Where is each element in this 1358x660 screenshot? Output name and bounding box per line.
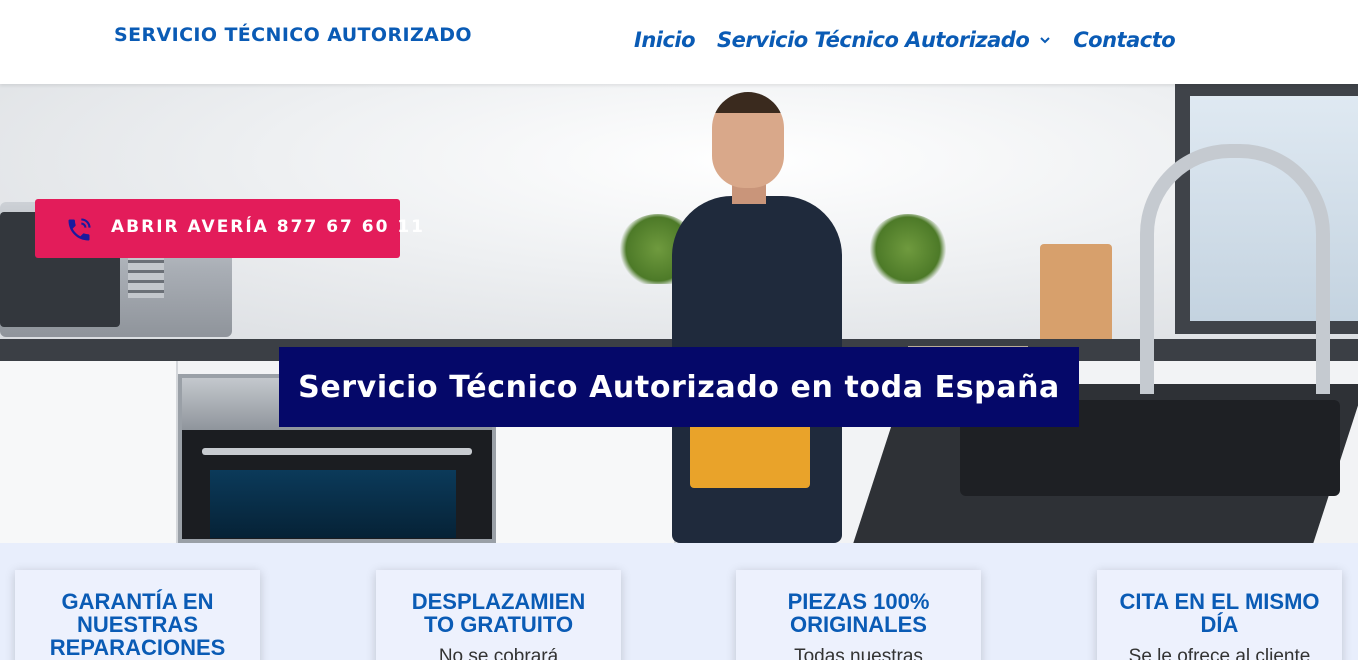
feature-title: DESPLAZAMIENTO GRATUITO xyxy=(411,589,586,637)
hero-title-box: Servicio Técnico Autorizado en toda Espa… xyxy=(279,347,1079,427)
feature-title: CITA EN EL MISMO DÍA xyxy=(1119,589,1320,637)
feature-card-desplazamiento: DESPLAZAMIENTO GRATUITO No se cobrará xyxy=(376,570,621,660)
nav-item-label: Contacto xyxy=(1073,28,1176,52)
nav-item-servicio-tecnico[interactable]: Servicio Técnico Autorizado xyxy=(717,28,1051,52)
nav-item-contacto[interactable]: Contacto xyxy=(1073,28,1175,52)
feature-text: Se le ofrece al cliente xyxy=(1128,646,1311,660)
feature-card-garantia: GARANTÍA EN NUESTRAS REPARACIONES xyxy=(15,570,260,660)
nav-item-label: Servicio Técnico Autorizado xyxy=(717,28,1030,52)
nav-item-inicio[interactable]: Inicio xyxy=(634,28,696,52)
feature-card-cita: CITA EN EL MISMO DÍA Se le ofrece al cli… xyxy=(1097,570,1342,660)
nav-item-label: Inicio xyxy=(634,28,696,52)
call-button-label: ABRIR AVERÍA 877 67 60 11 xyxy=(111,217,426,237)
feature-text: No se cobrará xyxy=(438,646,559,660)
main-nav: Inicio Servicio Técnico Autorizado Conta… xyxy=(634,28,1197,52)
call-button[interactable]: ABRIR AVERÍA 877 67 60 11 xyxy=(35,199,423,258)
chevron-down-icon xyxy=(1040,37,1050,44)
site-header: SERVICIO TÉCNICO AUTORIZADO Inicio Servi… xyxy=(0,0,1358,84)
feature-text: Todas nuestras xyxy=(794,646,923,660)
site-logo[interactable]: SERVICIO TÉCNICO AUTORIZADO xyxy=(114,24,472,46)
hero-title: Servicio Técnico Autorizado en toda Espa… xyxy=(298,369,1060,405)
phone-call-icon xyxy=(68,218,91,241)
hero-section: ABRIR AVERÍA 877 67 60 11 Servicio Técni… xyxy=(0,84,1358,543)
feature-title: GARANTÍA EN NUESTRAS REPARACIONES xyxy=(49,589,226,660)
features-section: GARANTÍA EN NUESTRAS REPARACIONES DESPLA… xyxy=(0,543,1358,660)
feature-card-piezas: PIEZAS 100% ORIGINALES Todas nuestras xyxy=(736,570,981,660)
feature-title: PIEZAS 100% ORIGINALES xyxy=(787,589,930,637)
